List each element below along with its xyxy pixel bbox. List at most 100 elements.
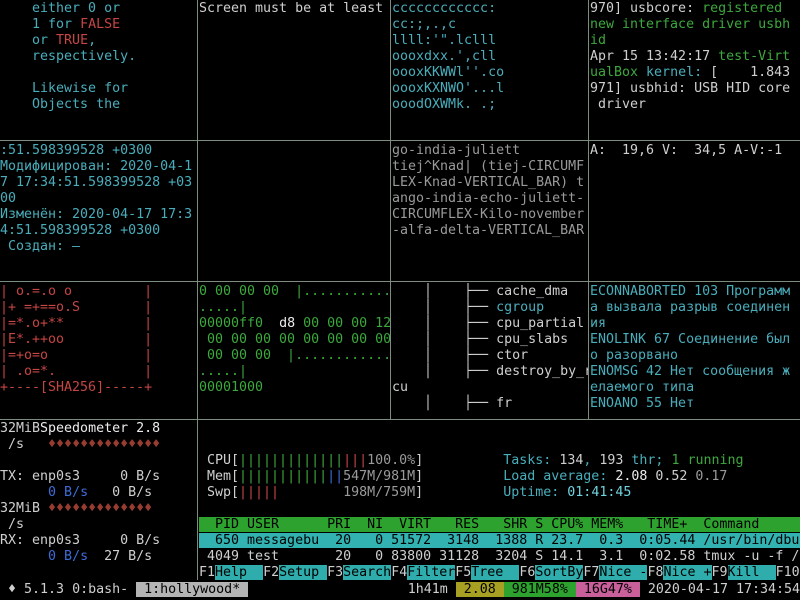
terminal-line — [199, 501, 800, 517]
terminal-text: id — [590, 33, 606, 48]
terminal-text: F10 — [776, 565, 800, 580]
terminal-text: || — [327, 469, 343, 484]
terminal-text: llll:'".lclll — [392, 33, 496, 48]
terminal-line: 0 00 00 00 |........... — [199, 284, 390, 300]
pane-hexdump[interactable]: 0 00 00 00 |................|00000ff0 d8… — [199, 283, 390, 420]
terminal-text: |=*.o+** | — [0, 316, 152, 331]
pane-man-page[interactable]: either 0 or 1 for FALSE or TRUE, respect… — [0, 0, 197, 141]
terminal-text: ♦♦♦♦♦♦♦♦♦♦♦♦♦ — [48, 501, 152, 516]
terminal-line: |E*.++oo | — [0, 332, 197, 348]
terminal-line: Swp[||||| 198M/759M] Uptime: 01:41:45 — [199, 485, 800, 501]
terminal-line: елаемого типа — [590, 380, 800, 396]
terminal-text: 16G47% — [576, 582, 640, 597]
terminal-text: ooodOXWMk. .; — [392, 97, 496, 112]
terminal-text: F2 — [263, 565, 279, 580]
terminal-text: | o.=.o o | — [0, 284, 152, 299]
pane-measurement[interactable]: A: 19,6 V: 34,5 A-V:-1 — [590, 142, 800, 282]
terminal-text: cccccccccccc: — [392, 1, 496, 16]
pane-directory-tree[interactable]: │ ├── cache_dma │ ├── cgroup │ ├── cpu_p… — [392, 283, 588, 420]
terminal-text: , — [583, 453, 599, 468]
status-window-list[interactable]: ♦ 5.1.3 0:bash- 1:hollywood* — [0, 582, 248, 598]
tmux-status-bar: ♦ 5.1.3 0:bash- 1:hollywood* 1h41m 2.08 … — [0, 580, 800, 600]
terminal-text: 00 — [0, 191, 16, 206]
terminal-text: ||| — [343, 453, 367, 468]
terminal-text: Uptime: — [503, 485, 567, 500]
terminal-text: 32MiB — [0, 501, 48, 516]
terminal-text: TX: enp0s3 0 B/s — [0, 469, 160, 484]
pane-ascii-logo[interactable]: cccccccccccc:cc:;,.,cllll:'".lcllloooxdx… — [392, 0, 588, 141]
terminal-text: Изменён: 2020-04-17 17:3 — [0, 207, 192, 222]
terminal-line: ECONNABORTED 103 Программ — [590, 284, 800, 300]
pane-ssh-randomart[interactable]: | o.=.o o ||+ =+==o.S ||=*.o+** ||E*.++o… — [0, 283, 197, 420]
pane-htop[interactable]: CPU[||||||||||||||||100.0%] Tasks: 134, … — [199, 420, 800, 581]
terminal-text: 00 00 00 12 — [295, 316, 390, 331]
terminal-line: Apr 15 13:42:17 test-Virt — [590, 49, 800, 65]
pane-border-horizontal-3[interactable] — [0, 419, 800, 420]
terminal-text: ] — [415, 453, 423, 468]
terminal-text: FALSE — [80, 17, 120, 32]
terminal-text: F1 — [199, 565, 215, 580]
terminal-text: F5 — [455, 565, 471, 580]
terminal-text: 0.52 — [655, 469, 695, 484]
terminal-text: LEX-Knad-VERTICAL_BAR) t — [392, 175, 584, 190]
terminal-line: cu — [392, 380, 588, 396]
terminal-text: 32MiB — [0, 421, 40, 436]
terminal-text: -alfa-delta-VERTICAL_BAR — [392, 223, 584, 238]
pane-file-stat[interactable]: :51.598399528 +0300Модифицирован: 2020-0… — [0, 142, 197, 282]
terminal-text: |E*.++oo | — [0, 332, 152, 347]
pane-border-vertical-1[interactable] — [197, 0, 198, 580]
terminal-text: test-Virt — [718, 49, 790, 64]
terminal-line: new interface driver usbh — [590, 17, 800, 33]
terminal-text: ualBox — [590, 65, 646, 80]
terminal-text — [0, 485, 48, 500]
terminal-text: TRUE — [56, 33, 88, 48]
terminal-line: │ ├── cache_dma — [392, 284, 588, 300]
terminal-text: +----[SHA256]-----+ — [0, 380, 152, 395]
terminal-text: F6 — [519, 565, 535, 580]
terminal-text: Создан: – — [0, 239, 80, 254]
terminal-text: 2.08 — [456, 582, 504, 597]
terminal-text: .....| — [199, 364, 247, 379]
terminal-text: go-india-juliett — [392, 143, 520, 158]
terminal-line: │ ├── ctor — [392, 348, 588, 364]
terminal-line: oooxdxx.',cll — [392, 49, 588, 65]
terminal-text: 2020-04-17 17:34:54 — [640, 582, 800, 597]
terminal-text: ENOANO 55 Нет — [590, 396, 694, 411]
terminal-text: 4:51.598399528 +0300 — [0, 223, 160, 238]
terminal-text: oooxKKWWl''.co — [392, 65, 504, 80]
terminal-line: 7 17:34:51.598399528 +03 — [0, 175, 197, 191]
pane-empty[interactable] — [199, 142, 390, 282]
pane-phonetic-spelling[interactable]: go-india-julietttiej^Knad| (tiej-CIRCUMF… — [392, 142, 588, 282]
terminal-text: 100.0% — [367, 453, 415, 468]
terminal-text — [279, 485, 343, 500]
pane-border-vertical-3[interactable] — [588, 0, 589, 419]
terminal-line: go-india-juliett — [392, 143, 588, 159]
terminal-text: F8 — [647, 565, 663, 580]
terminal-text: 00000ff0 — [199, 316, 279, 331]
terminal-line: │ ├── cpu_partial — [392, 316, 588, 332]
terminal-text: 971] usbhid: USB HID core — [590, 81, 790, 96]
terminal-line: ENOLINK 67 Соединение был — [590, 332, 800, 348]
pane-border-vertical-2[interactable] — [390, 0, 391, 419]
terminal-line — [0, 65, 197, 81]
terminal-text: ECONNABORTED 103 Программ — [590, 284, 790, 299]
terminal-text: | .o=*. | — [0, 364, 152, 379]
terminal-text: cgroup — [496, 300, 544, 315]
pane-speedometer[interactable]: 32MiBSpeedometer 2.8 /s ♦♦♦♦♦♦♦♦♦♦♦♦♦♦TX… — [0, 420, 197, 581]
pane-screen-message[interactable]: Screen must be at least — [199, 0, 390, 141]
pane-border-horizontal-1[interactable] — [0, 140, 800, 141]
terminal-line — [199, 421, 800, 437]
terminal-text: Kill — [728, 565, 776, 580]
terminal-line: id — [590, 33, 800, 49]
terminal-text: Objects the — [0, 97, 120, 112]
terminal-text: 134 — [559, 453, 583, 468]
terminal-text: Screen must be at least — [199, 1, 383, 16]
terminal-text — [88, 549, 104, 564]
pane-border-horizontal-2[interactable] — [0, 281, 800, 282]
terminal-text: oooxdxx.',cll — [392, 49, 496, 64]
terminal-line: │ ├── cgroup — [392, 300, 588, 316]
pane-errno-list[interactable]: ECONNABORTED 103 Программа вызвала разры… — [590, 283, 800, 420]
pane-kernel-log[interactable]: 970] usbcore: registerednew interface dr… — [590, 0, 800, 141]
status-indicators: 1h41m 2.08 981M58% 16G47% 2020-04-17 17:… — [408, 582, 800, 598]
terminal-text: thr; — [623, 453, 671, 468]
